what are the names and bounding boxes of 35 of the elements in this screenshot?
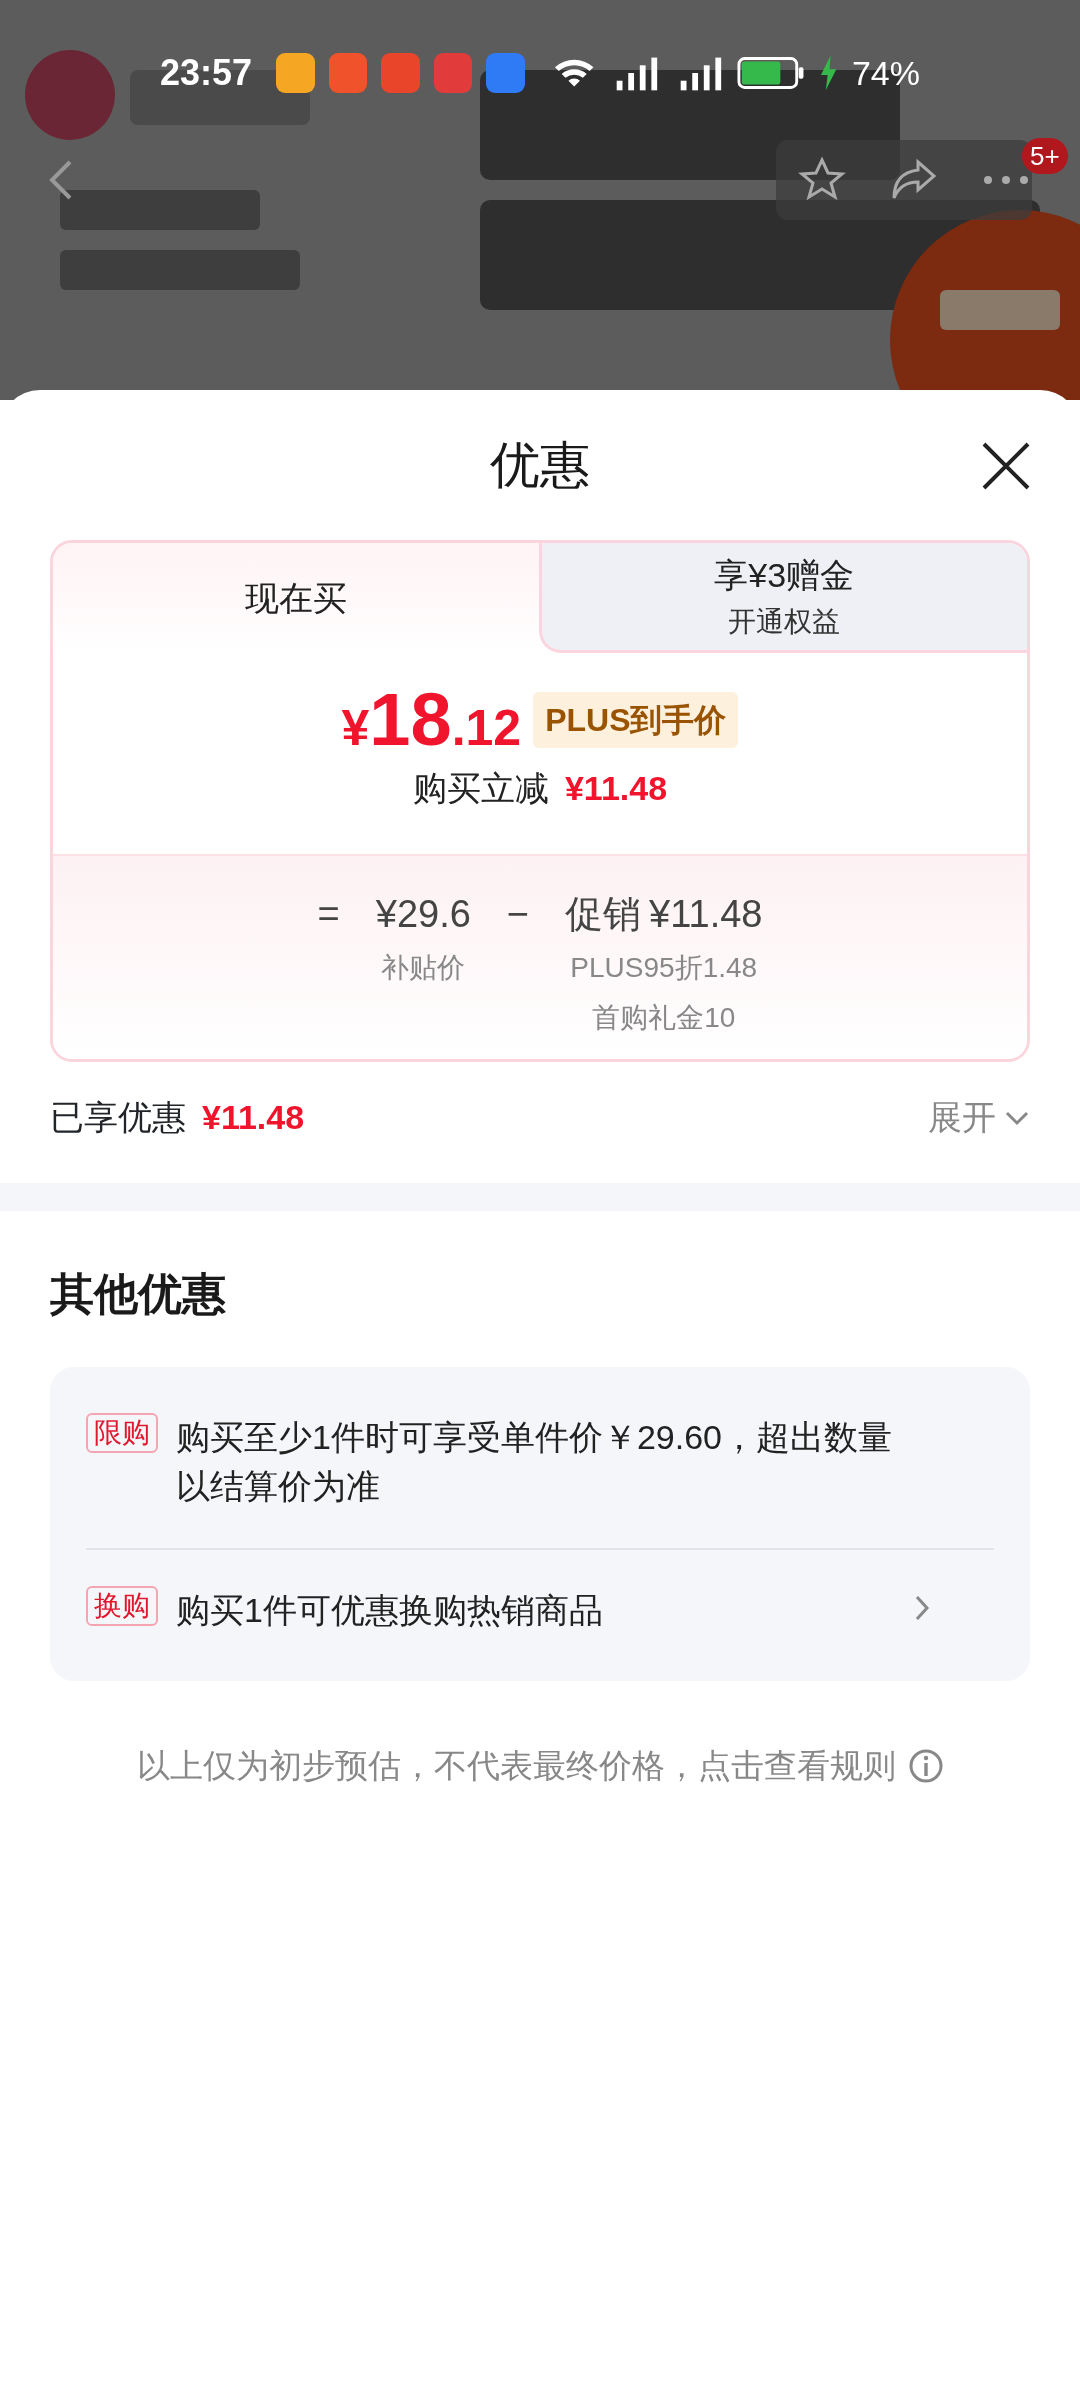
charging-icon [818,55,838,91]
offer-tag: 限购 [86,1413,158,1453]
savings-label: 已享优惠 [50,1097,186,1138]
minus-sign: − [506,892,530,937]
app-icon[interactable] [328,53,368,93]
savings-amount: ¥11.48 [202,1097,305,1138]
base-price: ¥29.6 [375,892,471,937]
battery-percent: 74% [851,52,920,94]
app-icon[interactable] [276,53,315,93]
offer-text: 购买1件可优惠换购热销商品 [176,1589,604,1631]
offer-tag: 换购 [86,1585,158,1626]
price-tag: PLUS到手价 [533,692,739,748]
app-icon[interactable] [486,53,525,93]
battery-icon [737,56,805,90]
rules-link[interactable]: 以上仅为初步预估，不代表最终价格，点击查看规则 [136,1740,896,1791]
expand-button[interactable]: 展开 [928,1092,1030,1143]
base-price-label: 补贴价 [380,951,467,985]
promo-label: 促销 [565,892,642,937]
promo-amount: ¥11.48 [649,892,763,937]
chevron-right-icon[interactable] [914,1593,930,1622]
promo-detail: 首购礼金10 [591,1001,737,1035]
discount-amount: ¥11.48 [564,768,668,809]
promo-detail: PLUS95折1.48 [569,951,759,985]
tab[interactable]: 享¥3赠金 开通权益 [538,543,1027,653]
info-icon[interactable] [907,1747,944,1784]
chevron-down-icon [1004,1109,1030,1126]
status-time: 23:57 [160,51,253,95]
discount-label: 购买立减 [412,768,549,809]
price-value: ¥18.12 [341,683,522,757]
equals-sign: = [317,892,340,937]
section-title: 其他优惠 [49,1268,227,1320]
offer-text: 购买至少1件时可享受单件价￥29.60，超出数量以结算价为准 [176,1417,893,1508]
sheet-title: 优惠 [490,435,590,495]
more-icon [982,174,1030,186]
close-button[interactable] [980,440,1032,492]
